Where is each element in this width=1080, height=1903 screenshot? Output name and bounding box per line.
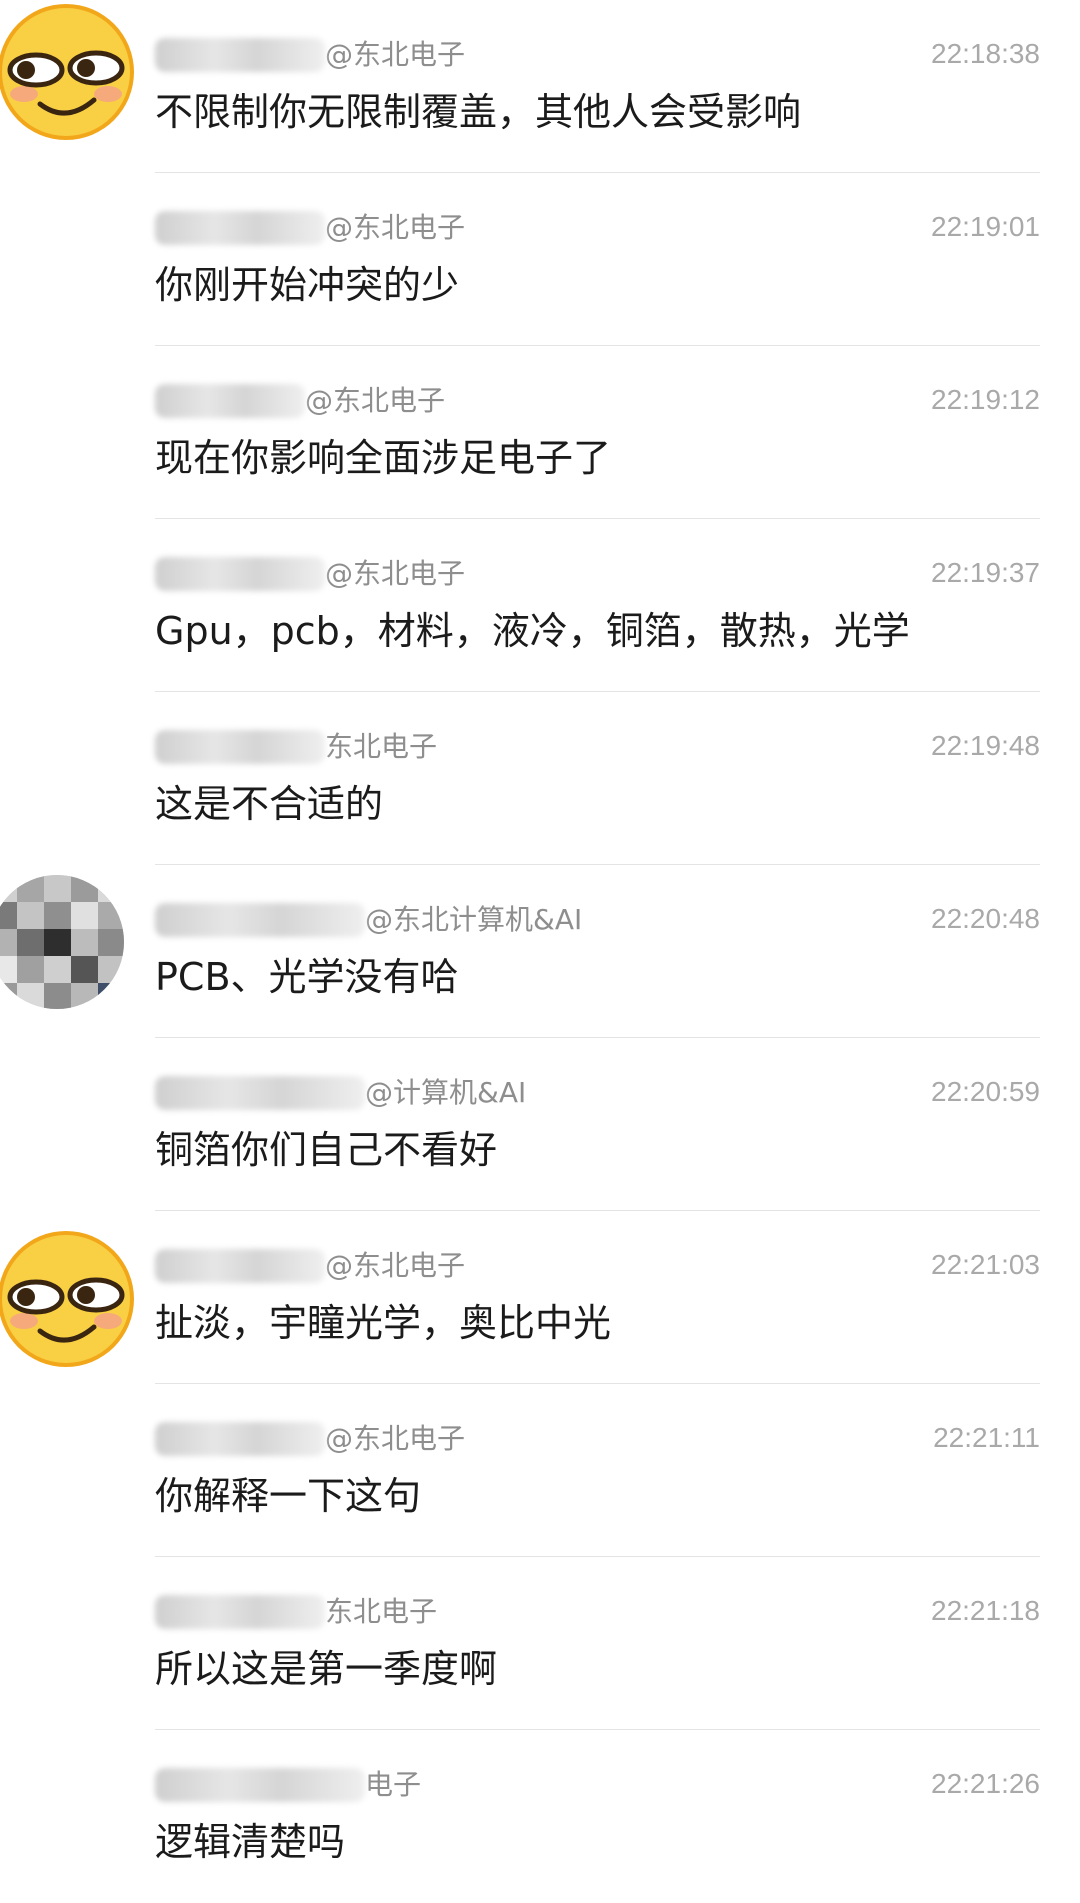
message-item[interactable]: @计算机&AI 22:20:59 铜箔你们自己不看好 [0, 1038, 1080, 1211]
smirk-emoji-icon [0, 4, 134, 140]
timestamp: 22:19:37 [931, 557, 1040, 588]
timestamp: 22:19:48 [931, 730, 1040, 761]
message-text: 逻辑清楚吗 [155, 1820, 346, 1864]
sender-name: @东北电子 [155, 380, 445, 420]
timestamp: 22:20:48 [931, 903, 1040, 934]
sender-name: @东北电子 [155, 207, 465, 247]
sender-name: 东北电子 [155, 726, 437, 766]
sender-name: @计算机&AI [155, 1072, 526, 1112]
message-item[interactable]: @东北电子 22:19:12 现在你影响全面涉足电子了 [0, 346, 1080, 519]
redacted-name [155, 1249, 325, 1283]
pixelated-avatar[interactable] [0, 875, 124, 1009]
smirk-emoji-icon [0, 1231, 134, 1367]
message-text: 你解释一下这句 [155, 1474, 422, 1518]
redacted-name [155, 1595, 325, 1629]
sender-name: 东北电子 [155, 1591, 437, 1631]
sender-name: @东北电子 [155, 34, 465, 74]
pixelated-avatar-icon [0, 875, 124, 1009]
timestamp: 22:21:26 [931, 1768, 1040, 1799]
timestamp: 22:21:18 [931, 1595, 1040, 1626]
redacted-name [155, 1768, 365, 1802]
timestamp: 22:19:12 [931, 384, 1040, 415]
message-text: 不限制你无限制覆盖，其他人会受影响 [155, 90, 802, 134]
message-item[interactable]: 东北电子 22:21:18 所以这是第一季度啊 [0, 1557, 1080, 1730]
redacted-name [155, 384, 305, 418]
message-text: 这是不合适的 [155, 782, 384, 826]
message-text: PCB、光学没有哈 [155, 955, 459, 999]
message-text: 铜箔你们自己不看好 [155, 1128, 498, 1172]
sender-name: 电子 [155, 1764, 421, 1804]
message-item[interactable]: @东北电子 22:19:37 Gpu，pcb，材料，液冷，铜箔，散热，光学 [0, 519, 1080, 692]
message-text: 所以这是第一季度啊 [155, 1647, 498, 1691]
message-item[interactable]: @东北电子 22:21:11 你解释一下这句 [0, 1384, 1080, 1557]
redacted-name [155, 557, 325, 591]
timestamp: 22:20:59 [931, 1076, 1040, 1107]
redacted-name [155, 38, 325, 72]
sender-name: @东北电子 [155, 1245, 465, 1285]
timestamp: 22:21:03 [931, 1249, 1040, 1280]
sender-name: @东北计算机&AI [155, 899, 582, 939]
message-text: 现在你影响全面涉足电子了 [155, 436, 612, 480]
message-item[interactable]: 电子 22:21:26 逻辑清楚吗 [0, 1730, 1080, 1903]
timestamp: 22:21:11 [933, 1422, 1040, 1453]
message-item[interactable]: @东北电子 22:19:01 你刚开始冲突的少 [0, 173, 1080, 346]
message-item[interactable]: @东北电子 22:21:03 扯淡，宇瞳光学，奥比中光 [0, 1211, 1080, 1384]
redacted-name [155, 1076, 365, 1110]
smirk-emoji-avatar[interactable] [0, 1227, 148, 1379]
sender-name: @东北电子 [155, 553, 465, 593]
timestamp: 22:19:01 [931, 211, 1040, 242]
redacted-name [155, 1422, 325, 1456]
timestamp: 22:18:38 [931, 38, 1040, 69]
redacted-name [155, 730, 325, 764]
message-item[interactable]: @东北电子 22:18:38 不限制你无限制覆盖，其他人会受影响 [0, 0, 1080, 173]
message-item[interactable]: 东北电子 22:19:48 这是不合适的 [0, 692, 1080, 865]
sender-name: @东北电子 [155, 1418, 465, 1458]
message-item[interactable]: @东北计算机&AI 22:20:48 PCB、光学没有哈 [0, 865, 1080, 1038]
redacted-name [155, 211, 325, 245]
message-text: 扯淡，宇瞳光学，奥比中光 [155, 1301, 612, 1345]
redacted-name [155, 903, 365, 937]
message-text: Gpu，pcb，材料，液冷，铜箔，散热，光学 [155, 609, 910, 653]
smirk-emoji-avatar[interactable] [0, 0, 148, 152]
message-text: 你刚开始冲突的少 [155, 263, 460, 307]
chat-message-list: @东北电子 22:18:38 不限制你无限制覆盖，其他人会受影响 @东北电子 2… [0, 0, 1080, 1894]
